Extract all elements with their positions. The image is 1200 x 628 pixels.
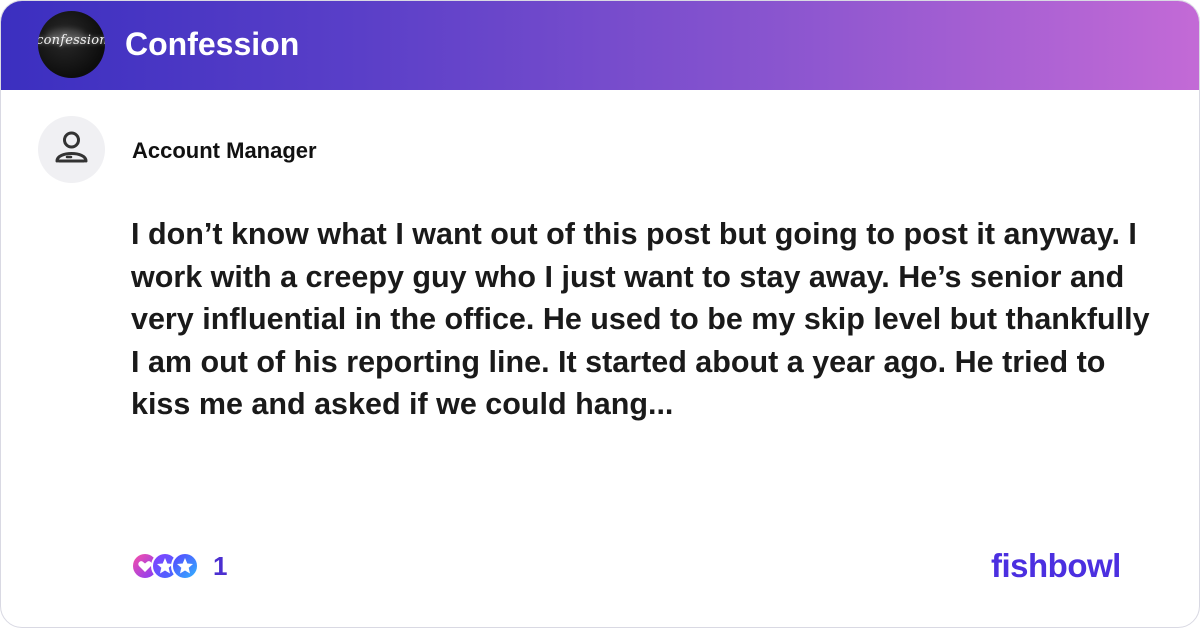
logo-text: confession (38, 33, 105, 48)
bowl-logo[interactable]: confession (38, 11, 105, 78)
confession-card: confession Confession Account Manager I … (0, 0, 1200, 628)
bowl-title[interactable]: Confession (125, 24, 299, 64)
post-body[interactable]: I don’t know what I want out of this pos… (131, 213, 1151, 426)
avatar[interactable] (38, 116, 105, 183)
reaction-count[interactable]: 1 (213, 550, 227, 582)
author-name[interactable]: Account Manager (132, 138, 317, 164)
fishbowl-logo[interactable]: fishbowl (991, 546, 1121, 586)
user-outline-icon (55, 131, 88, 163)
header-bar: confession Confession (1, 1, 1199, 90)
star-icon (171, 552, 199, 580)
